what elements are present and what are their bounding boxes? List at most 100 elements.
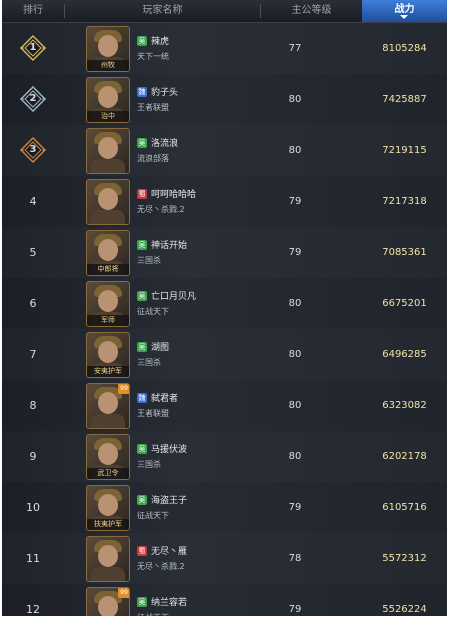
guild-name: 征战天下 (137, 307, 169, 316)
leaderboard-row[interactable]: 10 扶夷护军 吴海盗王子 征战天下 79 6105716 (2, 482, 447, 534)
leaderboard-row[interactable]: 8 99 魏弑君者 王者联盟 80 6323082 (2, 380, 447, 432)
combat-power: 5572312 (382, 553, 427, 564)
header-rank[interactable]: 排行 (2, 0, 64, 22)
faction-icon: 魏 (137, 393, 147, 403)
faction-icon: 吴 (137, 36, 147, 46)
guild-name: 征战天下 (137, 612, 169, 616)
guild-name: 流浪部落 (137, 154, 169, 163)
guild-name: 征战天下 (137, 511, 169, 520)
faction-icon: 吴 (137, 291, 147, 301)
player-avatar[interactable]: 99 (86, 587, 130, 616)
combat-power: 7425887 (382, 94, 427, 105)
sort-desc-icon (400, 15, 408, 19)
guild-name: 三国杀 (137, 460, 161, 469)
lord-level: 79 (288, 604, 302, 615)
official-title-tag: 武卫令 (87, 468, 129, 479)
rank-number: 12 (26, 603, 40, 616)
faction-icon: 蜀 (137, 189, 147, 199)
leaderboard-row[interactable]: 2 治中 魏豹子头 王者联盟 80 7425887 (2, 74, 447, 126)
faction-icon: 魏 (137, 87, 147, 97)
player-name[interactable]: 辣虎 (151, 34, 169, 47)
guild-name: 王者联盟 (137, 409, 169, 418)
lord-level: 80 (288, 145, 302, 156)
combat-power: 6202178 (382, 451, 427, 462)
leaderboard-row[interactable]: 1 州牧 吴辣虎 天下一统 77 8105284 (2, 23, 447, 75)
lord-level: 77 (288, 43, 302, 54)
player-avatar[interactable]: 安夷护军 (86, 332, 130, 378)
official-title-tag: 中郎将 (87, 264, 129, 275)
leaderboard-row[interactable]: 5 中郎将 吴神话开始 三国杀 79 7085361 (2, 227, 447, 279)
player-name[interactable]: 神话开始 (151, 238, 187, 251)
leaderboard-row[interactable]: 9 武卫令 吴马援伏波三国杀 80 6202178 (2, 431, 447, 483)
leaderboard-row[interactable]: 11 蜀无尽丶雁 无尽丶杀戮.2 78 5572312 (2, 533, 447, 585)
player-name[interactable]: 纳兰容若 (151, 595, 187, 608)
player-avatar[interactable]: 武卫令 (86, 434, 130, 480)
player-avatar[interactable] (86, 536, 130, 582)
leaderboard-row[interactable]: 7 安夷护军 吴湖图 三国杀 80 6496285 (2, 329, 447, 381)
lord-level: 78 (288, 553, 302, 564)
lord-level: 80 (288, 298, 302, 309)
player-avatar[interactable] (86, 128, 130, 174)
official-title-tag: 扶夷护军 (87, 519, 129, 530)
player-avatar[interactable]: 治中 (86, 77, 130, 123)
lord-level: 79 (288, 247, 302, 258)
combat-power: 6675201 (382, 298, 427, 309)
guild-name: 王者联盟 (137, 103, 169, 112)
rank-number: 7 (29, 348, 37, 361)
player-name[interactable]: 豹子头 (151, 85, 178, 98)
header-player-name[interactable]: 玩家名称 (65, 0, 260, 22)
combat-power: 7219115 (382, 145, 427, 156)
guild-name: 三国杀 (137, 358, 161, 367)
leaderboard-row[interactable]: 4 蜀呵呵哈哈哈 无尽丶杀戮.2 79 7217318 (2, 176, 447, 228)
player-avatar[interactable] (86, 179, 130, 225)
rank-number: 3 (29, 144, 37, 155)
player-name[interactable]: 亡口月贝凡 (151, 289, 196, 302)
vip-level-badge: 99 (118, 588, 129, 598)
leaderboard-row[interactable]: 12 99 吴纳兰容若征战天下 79 5526224 (2, 584, 447, 616)
combat-power: 6105716 (382, 502, 427, 513)
rank-number: 4 (29, 195, 37, 208)
combat-power: 7217318 (382, 196, 427, 207)
faction-icon: 吴 (137, 138, 147, 148)
combat-power: 5526224 (382, 604, 427, 615)
player-avatar[interactable]: 州牧 (86, 26, 130, 72)
lord-level: 80 (288, 400, 302, 411)
guild-name: 无尽丶杀戮.2 (137, 562, 185, 571)
player-avatar[interactable]: 扶夷护军 (86, 485, 130, 531)
leaderboard-row[interactable]: 6 军师 吴亡口月贝凡征战天下 80 6675201 (2, 278, 447, 330)
guild-name: 天下一统 (137, 52, 169, 61)
lord-level: 80 (288, 451, 302, 462)
header-level[interactable]: 主公等级 (261, 0, 362, 22)
official-title-tag: 州牧 (87, 60, 129, 71)
official-title-tag: 治中 (87, 111, 129, 122)
player-avatar[interactable]: 中郎将 (86, 230, 130, 276)
official-title-tag: 军师 (87, 315, 129, 326)
faction-icon: 吴 (137, 342, 147, 352)
rank-number: 5 (29, 246, 37, 259)
player-name[interactable]: 湖图 (151, 340, 169, 353)
faction-icon: 吴 (137, 597, 147, 607)
header-power-label: 战力 (394, 4, 415, 15)
lord-level: 79 (288, 502, 302, 513)
player-avatar[interactable]: 军师 (86, 281, 130, 327)
faction-icon: 吴 (137, 444, 147, 454)
guild-name: 无尽丶杀戮.2 (137, 205, 185, 214)
header-power-tab[interactable]: 战力 (362, 0, 447, 22)
player-name[interactable]: 呵呵哈哈哈 (151, 187, 196, 200)
faction-icon: 吴 (137, 495, 147, 505)
player-avatar[interactable]: 99 (86, 383, 130, 429)
rank-number: 2 (29, 93, 37, 104)
combat-power: 8105284 (382, 43, 427, 54)
combat-power: 6323082 (382, 400, 427, 411)
leaderboard-row[interactable]: 3 吴洛流浪流浪部落 80 7219115 (2, 125, 447, 177)
player-name[interactable]: 弑君者 (151, 391, 178, 404)
player-name[interactable]: 海盗王子 (151, 493, 187, 506)
player-name[interactable]: 洛流浪 (151, 136, 178, 149)
rank-number: 9 (29, 450, 37, 463)
guild-name: 三国杀 (137, 256, 161, 265)
lord-level: 80 (288, 349, 302, 360)
player-name[interactable]: 无尽丶雁 (151, 544, 187, 557)
player-name[interactable]: 马援伏波 (151, 442, 187, 455)
rank-number: 6 (29, 297, 37, 310)
leaderboard-panel: 排行 玩家名称 主公等级 战力 1 州牧吴辣虎 天下一统 77 8105284 2 治中魏豹… (2, 0, 447, 616)
